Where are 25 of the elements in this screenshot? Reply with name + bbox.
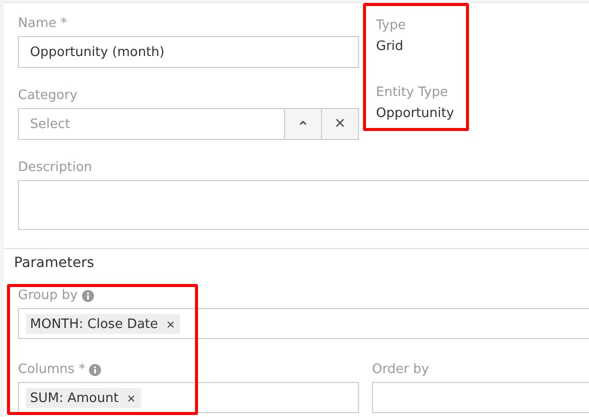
field-label: Name * <box>18 15 68 32</box>
field-value: Opportunity <box>376 105 454 123</box>
tag-label: SUM: Amount <box>30 391 119 406</box>
category-select[interactable]: Select <box>18 108 285 140</box>
info-icon <box>89 364 102 376</box>
remove-tag-button[interactable]: × <box>166 318 176 331</box>
field-label: Description <box>18 159 94 176</box>
group-by-field[interactable]: MONTH: Close Date × <box>18 308 589 339</box>
description-field[interactable] <box>18 180 589 230</box>
field-label: Entity Type <box>376 84 449 101</box>
tag-label: MONTH: Close Date <box>30 317 158 332</box>
columns-field[interactable]: SUM: Amount × <box>18 382 359 413</box>
field-label: Category <box>18 87 78 104</box>
field-label: Columns * <box>18 361 86 378</box>
remove-tag-button[interactable]: × <box>126 392 136 405</box>
field-label: Order by <box>372 361 430 378</box>
info-icon <box>82 290 94 302</box>
collapse-button[interactable]: ⌃ <box>285 108 322 140</box>
field-value: Grid <box>376 38 404 56</box>
order-by-field[interactable] <box>372 382 589 413</box>
name-field[interactable]: Opportunity (month) <box>18 36 359 68</box>
section-title: Parameters <box>14 255 96 271</box>
clear-button[interactable]: ✕ <box>322 108 359 140</box>
field-label: Type <box>376 17 407 34</box>
field-label: Group by <box>18 287 78 304</box>
